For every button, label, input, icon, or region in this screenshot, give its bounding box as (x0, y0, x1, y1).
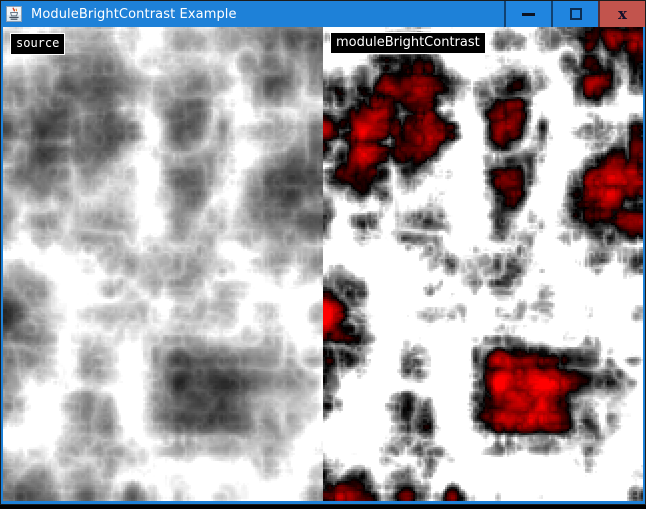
close-button[interactable]: x (598, 1, 645, 27)
window-title: ModuleBrightContrast Example (31, 7, 237, 22)
java-coffee-cup-icon[interactable] (6, 6, 22, 22)
maximize-button[interactable] (551, 1, 598, 27)
titlebar[interactable]: ModuleBrightContrast Example x (1, 1, 645, 27)
app-window: ModuleBrightContrast Example x source mo… (0, 0, 646, 505)
maximize-icon (570, 8, 582, 20)
source-image (3, 27, 323, 501)
module-bright-contrast-image (323, 27, 643, 501)
content-area: source moduleBrightContrast (3, 27, 643, 501)
close-icon: x (618, 7, 627, 21)
minimize-icon (522, 13, 535, 16)
window-controls: x (504, 1, 645, 27)
panel-source: source (3, 27, 323, 501)
module-bright-contrast-label: moduleBrightContrast (330, 32, 486, 54)
minimize-button[interactable] (504, 1, 551, 27)
panel-module-bright-contrast: moduleBrightContrast (323, 27, 643, 501)
source-label: source (10, 33, 65, 55)
